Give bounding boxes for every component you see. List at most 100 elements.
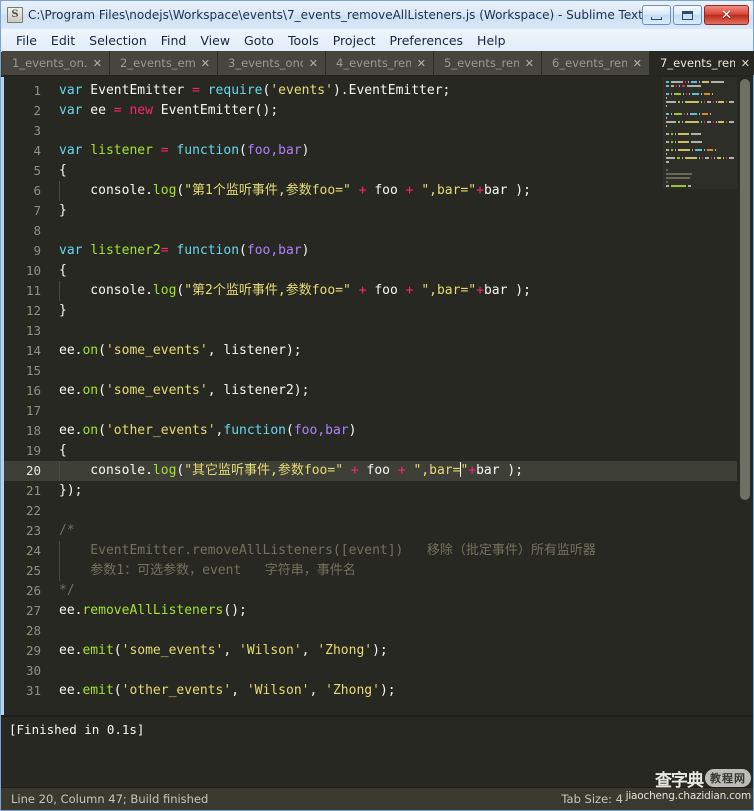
scrollbar-thumb[interactable] <box>740 79 750 501</box>
menu-item-project[interactable]: Project <box>326 31 383 50</box>
code-line[interactable]: /* <box>51 521 753 541</box>
code-line[interactable]: { <box>51 161 753 181</box>
minimap-token <box>700 121 702 123</box>
code-token: 'some_events' <box>105 343 208 358</box>
code-line[interactable]: } <box>51 301 753 321</box>
code-line[interactable]: ee.on('some_events', listener); <box>51 341 753 361</box>
code-line[interactable]: { <box>51 441 753 461</box>
code-line[interactable] <box>51 661 753 681</box>
code-token: + <box>358 183 367 198</box>
menu-item-file[interactable]: File <box>9 31 44 50</box>
menu-item-selection[interactable]: Selection <box>82 31 154 50</box>
line-number: 11 <box>25 283 41 298</box>
indent-guide <box>59 181 60 201</box>
editor-tab-4[interactable]: 4_events_remo ✕ <box>326 51 434 75</box>
minimap-token <box>715 149 716 151</box>
tab-close-icon[interactable]: ✕ <box>309 57 318 70</box>
code-line[interactable]: var listener2= function(foo,bar) <box>51 241 753 261</box>
minimap-token <box>683 93 684 95</box>
tab-label: 5_events_remo <box>444 56 519 70</box>
code-line[interactable] <box>51 501 753 521</box>
code-token: EventEmitter(); <box>152 103 279 118</box>
menu-item-edit[interactable]: Edit <box>44 31 82 50</box>
minimap-token <box>671 113 672 115</box>
code-line[interactable] <box>51 361 753 381</box>
code-line[interactable]: ee.emit('some_events', 'Wilson', 'Zhong'… <box>51 641 753 661</box>
code-line[interactable] <box>51 121 753 141</box>
code-line[interactable]: }); <box>51 481 753 501</box>
code-token: EventEmitter <box>82 83 193 98</box>
code-line[interactable] <box>51 621 753 641</box>
minimap-token <box>674 113 682 115</box>
editor-tab-1[interactable]: 1_events_on.js ✕ <box>2 51 110 75</box>
code-token: } <box>59 203 67 218</box>
editor-tab-2[interactable]: 2_events_emit. ✕ <box>110 51 218 75</box>
minimap-line <box>666 101 734 104</box>
code-content[interactable]: var EventEmitter = require ('events').Eve… <box>51 77 753 715</box>
editor-tab-6[interactable]: 6_events_remo ✕ <box>542 51 650 75</box>
code-line[interactable]: var listener = function(foo,bar) <box>51 141 753 161</box>
line-number: 20 <box>4 461 51 481</box>
line-number: 19 <box>25 443 41 458</box>
editor-tab-5[interactable]: 5_events_remo ✕ <box>434 51 542 75</box>
minimap[interactable] <box>663 77 737 189</box>
tab-close-icon[interactable]: ✕ <box>525 57 534 70</box>
menu-item-view[interactable]: View <box>193 31 237 50</box>
status-tab-size[interactable]: Tab Size: 4 <box>561 792 743 806</box>
minimap-token <box>703 121 705 123</box>
menu-item-help[interactable]: Help <box>470 31 513 50</box>
code-line[interactable] <box>51 321 753 341</box>
tab-close-icon[interactable]: ✕ <box>633 57 642 70</box>
tab-close-icon[interactable]: ✕ <box>417 57 426 70</box>
code-token: console. <box>59 283 153 298</box>
menu-item-find[interactable]: Find <box>154 31 194 50</box>
code-line[interactable]: var EventEmitter = require('events').Eve… <box>51 81 753 101</box>
close-button[interactable]: ✕ <box>704 5 749 25</box>
tab-close-icon[interactable]: ✕ <box>201 57 210 70</box>
code-token: 'some_events' <box>105 383 208 398</box>
code-line[interactable]: ee.emit('other_events', 'Wilson', 'Zhong… <box>51 681 753 701</box>
menu-item-goto[interactable]: Goto <box>237 31 281 50</box>
sublime-text-window: S C:\Program Files\nodejs\Workspace\even… <box>0 0 754 811</box>
code-token: emit <box>82 683 114 698</box>
minimap-token <box>666 125 667 127</box>
code-line[interactable]: console.log("第2个监听事件,参数foo=" + foo + ",b… <box>51 281 753 301</box>
editor-tab-3[interactable]: 3_events_once ✕ <box>218 51 326 75</box>
code-line[interactable]: ee.on('other_events',function(foo,bar) <box>51 421 753 441</box>
code-line[interactable]: console.log("其它监听事件,参数foo=" + foo + ",ba… <box>51 461 753 481</box>
code-line[interactable]: var ee = new EventEmitter(); <box>51 101 753 121</box>
code-line[interactable]: ee.removeAllListeners(); <box>51 601 753 621</box>
code-token: ); <box>379 683 396 698</box>
minimap-line <box>666 165 734 168</box>
code-token: ( <box>113 683 122 698</box>
code-line[interactable]: */ <box>51 581 753 601</box>
minimap-token <box>666 121 676 123</box>
minimap-token <box>718 121 725 123</box>
editor-scrollbar[interactable] <box>737 77 753 715</box>
minimap-token <box>677 121 681 123</box>
menu-item-tools[interactable]: Tools <box>281 31 326 50</box>
minimap-line <box>666 113 734 116</box>
code-token: + <box>476 183 484 198</box>
minimap-line <box>666 149 734 152</box>
minimap-token <box>682 85 685 87</box>
editor-tab-7[interactable]: 7_events_remo ✕ <box>650 51 754 75</box>
minimap-token <box>675 141 676 143</box>
code-line[interactable]: } <box>51 201 753 221</box>
code-line[interactable]: 参数1：可选参数，event 字符串，事件名 <box>51 561 753 581</box>
code-line[interactable] <box>51 221 753 241</box>
tab-close-icon[interactable]: ✕ <box>741 57 750 70</box>
code-line[interactable]: ee.on('some_events', listener2); <box>51 381 753 401</box>
code-line[interactable]: EventEmitter.removeAllListeners([event])… <box>51 541 753 561</box>
menu-item-preferences[interactable]: Preferences <box>383 31 471 50</box>
tab-close-icon[interactable]: ✕ <box>93 57 102 70</box>
code-line[interactable] <box>51 401 753 421</box>
code-line[interactable]: console.log("第1个监听事件,参数foo=" + foo + ",b… <box>51 181 753 201</box>
minimap-line <box>666 129 734 132</box>
minimap-token <box>666 157 676 159</box>
code-line[interactable]: { <box>51 261 753 281</box>
minimize-button[interactable] <box>642 5 671 25</box>
maximize-button[interactable] <box>673 5 702 25</box>
minimap-token <box>666 81 669 83</box>
